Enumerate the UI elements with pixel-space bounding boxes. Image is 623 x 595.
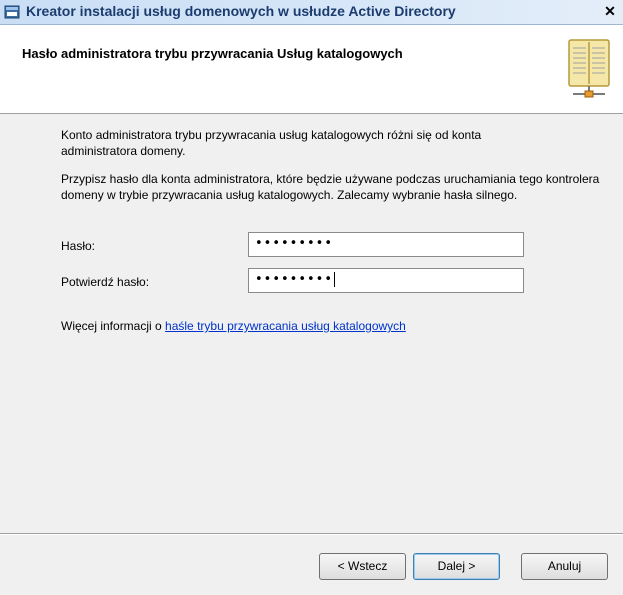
wizard-header: Hasło administratora trybu przywracania … (0, 25, 623, 114)
password-label: Hasło: (61, 239, 96, 253)
confirm-password-label: Potwierdź hasło: (61, 275, 150, 289)
confirm-password-value: ••••••••• (255, 272, 334, 287)
next-button[interactable]: Dalej > (413, 553, 500, 580)
password-value: ••••••••• (255, 236, 334, 251)
window-title: Kreator instalacji usług domenowych w us… (26, 3, 456, 19)
info-paragraph-2: Przypisz hasło dla konta administratora,… (61, 172, 600, 202)
more-info-link[interactable]: haśle trybu przywracania usług katalogow… (165, 319, 406, 333)
more-info: Więcej informacji o haśle trybu przywrac… (61, 319, 406, 333)
back-button[interactable]: < Wstecz (319, 553, 406, 580)
footer-divider (0, 533, 623, 535)
app-icon (4, 5, 20, 19)
cancel-button[interactable]: Anuluj (521, 553, 608, 580)
wizard-window: Kreator instalacji usług domenowych w us… (0, 0, 623, 595)
info-paragraph-1: Konto administratora trybu przywracania … (61, 128, 482, 158)
text-cursor (334, 272, 336, 287)
book-icon (568, 39, 610, 98)
title-bar[interactable]: Kreator instalacji usług domenowych w us… (0, 0, 623, 25)
confirm-password-field[interactable]: ••••••••• (248, 268, 524, 293)
close-icon[interactable]: ✕ (601, 3, 619, 20)
more-info-prefix: Więcej informacji o (61, 319, 162, 333)
page-heading: Hasło administratora trybu przywracania … (22, 46, 403, 61)
password-field[interactable]: ••••••••• (248, 232, 524, 257)
